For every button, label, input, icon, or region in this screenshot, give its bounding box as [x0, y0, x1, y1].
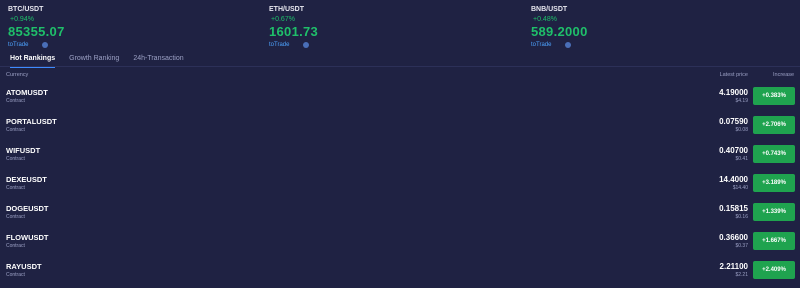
- increase-badge[interactable]: +1.339%: [753, 203, 795, 221]
- contract-type: Contract: [6, 127, 25, 133]
- latest-price: 4.19000: [719, 88, 748, 97]
- column-header-increase: Increase: [773, 72, 795, 78]
- usd-price: $2.21: [735, 272, 748, 278]
- table-row[interactable]: FLOWUSDT Contract 0.36600 $0.37 +1.667%: [0, 230, 800, 259]
- latest-price: 0.40700: [719, 146, 748, 155]
- ticker-change: +0.94%: [10, 16, 34, 23]
- symbol: DOGEUSDT: [6, 204, 49, 213]
- increase-badge[interactable]: +0.383%: [753, 87, 795, 105]
- divider: [0, 66, 800, 67]
- contract-type: Contract: [6, 185, 25, 191]
- increase-badge[interactable]: +0.743%: [753, 145, 795, 163]
- symbol: RAYUSDT: [6, 262, 42, 271]
- info-icon[interactable]: [565, 42, 572, 48]
- usd-price: $0.08: [735, 127, 748, 133]
- increase-badge[interactable]: +1.667%: [753, 232, 795, 250]
- increase-badge[interactable]: +2.409%: [753, 261, 795, 279]
- symbol: PORTALUSDT: [6, 117, 57, 126]
- ticker-pair: ETH/USDT: [269, 6, 304, 13]
- table-row[interactable]: DOGEUSDT Contract 0.15815 $0.16 +1.339%: [0, 201, 800, 230]
- latest-price: 0.07590: [719, 117, 748, 126]
- ticker-pair: BTC/USDT: [8, 6, 44, 13]
- increase-badge[interactable]: +2.706%: [753, 116, 795, 134]
- to-trade-link[interactable]: toTrade: [531, 42, 551, 48]
- ticker-price: 85355.07: [8, 24, 65, 39]
- column-header-latest-price: Latest price: [719, 72, 748, 78]
- latest-price: 0.15815: [719, 204, 748, 213]
- ticker-change: +0.48%: [533, 16, 557, 23]
- table-row[interactable]: DEXEUSDT Contract 14.4000 $14.40 +3.189%: [0, 172, 800, 201]
- table-row[interactable]: ATOMUSDT Contract 4.19000 $4.19 +0.383%: [0, 85, 800, 114]
- usd-price: $4.19: [735, 98, 748, 104]
- to-trade-link[interactable]: toTrade: [8, 42, 28, 48]
- contract-type: Contract: [6, 156, 25, 162]
- latest-price: 14.4000: [719, 175, 748, 184]
- table-row[interactable]: WIFUSDT Contract 0.40700 $0.41 +0.743%: [0, 143, 800, 172]
- symbol: ATOMUSDT: [6, 88, 48, 97]
- usd-price: $0.16: [735, 214, 748, 220]
- info-icon[interactable]: [303, 42, 310, 48]
- contract-type: Contract: [6, 214, 25, 220]
- ticker-price: 589.2000: [531, 24, 588, 39]
- symbol: WIFUSDT: [6, 146, 41, 155]
- usd-price: $0.41: [735, 156, 748, 162]
- ticker-bnb[interactable]: BNB/USDT +0.48% 589.2000 toTrade: [531, 6, 588, 48]
- latest-price: 0.36600: [719, 233, 748, 242]
- ticker-btc[interactable]: BTC/USDT +0.94% 85355.07 toTrade: [8, 6, 65, 48]
- column-header-currency: Currency: [6, 72, 29, 78]
- table-row[interactable]: RAYUSDT Contract 2.21100 $2.21 +2.409%: [0, 259, 800, 288]
- usd-price: $0.37: [735, 243, 748, 249]
- symbol: FLOWUSDT: [6, 233, 49, 242]
- usd-price: $14.40: [732, 185, 748, 191]
- ticker-price: 1601.73: [269, 24, 319, 39]
- symbol: DEXEUSDT: [6, 175, 47, 184]
- contract-type: Contract: [6, 98, 25, 104]
- latest-price: 2.21100: [719, 262, 748, 271]
- contract-type: Contract: [6, 272, 25, 278]
- ticker-bar: BTC/USDT +0.94% 85355.07 toTrade ETH/USD…: [0, 0, 800, 50]
- ticker-eth[interactable]: ETH/USDT +0.67% 1601.73 toTrade: [269, 6, 318, 48]
- ticker-change: +0.67%: [271, 16, 295, 23]
- table-row[interactable]: PORTALUSDT Contract 0.07590 $0.08 +2.706…: [0, 114, 800, 143]
- info-icon[interactable]: [42, 42, 49, 48]
- contract-type: Contract: [6, 243, 25, 249]
- to-trade-link[interactable]: toTrade: [269, 42, 289, 48]
- increase-badge[interactable]: +3.189%: [753, 174, 795, 192]
- ticker-pair: BNB/USDT: [531, 6, 568, 13]
